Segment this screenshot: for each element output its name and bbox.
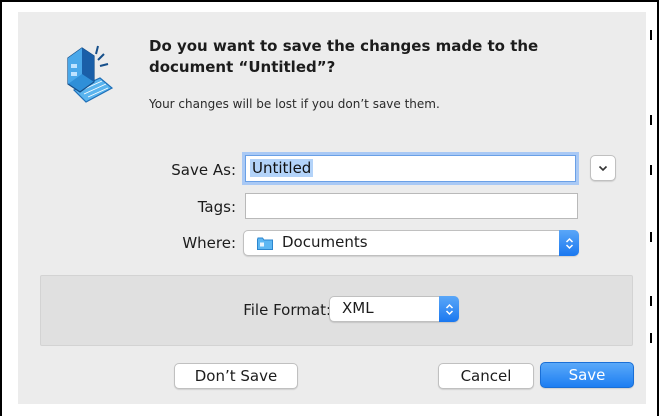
dialog-title-line2: document “Untitled”? bbox=[149, 58, 336, 76]
where-value: Documents bbox=[282, 233, 368, 251]
chevron-down-icon bbox=[598, 165, 608, 171]
tags-field[interactable] bbox=[245, 193, 578, 219]
where-stepper bbox=[559, 230, 579, 256]
background-edge-marks bbox=[648, 0, 659, 416]
folder-icon bbox=[257, 237, 273, 250]
up-down-chevron-icon bbox=[445, 303, 453, 315]
save-as-field[interactable]: Untitled bbox=[245, 155, 576, 182]
expand-dialog-button[interactable] bbox=[590, 155, 616, 181]
file-format-value: XML bbox=[342, 299, 374, 317]
dialog-title: Do you want to save the changes made to … bbox=[149, 36, 589, 78]
file-format-stepper bbox=[439, 296, 459, 322]
file-format-panel: File Format: XML bbox=[40, 275, 633, 346]
dont-save-button[interactable]: Don’t Save bbox=[174, 363, 298, 389]
up-down-chevron-icon bbox=[565, 237, 573, 249]
app-drafting-icon bbox=[67, 45, 114, 103]
dialog-title-line1: Do you want to save the changes made to … bbox=[149, 37, 539, 55]
save-button[interactable]: Save bbox=[540, 362, 634, 388]
where-label: Where: bbox=[182, 234, 236, 252]
save-dialog: Do you want to save the changes made to … bbox=[18, 12, 646, 404]
cancel-button[interactable]: Cancel bbox=[438, 363, 534, 389]
file-format-popup[interactable]: XML bbox=[329, 296, 459, 322]
file-format-label: File Format: bbox=[243, 301, 331, 319]
save-as-value: Untitled bbox=[250, 159, 314, 177]
dialog-subtitle: Your changes will be lost if you don’t s… bbox=[149, 97, 440, 111]
save-as-label: Save As: bbox=[171, 161, 236, 179]
tags-label: Tags: bbox=[197, 198, 236, 216]
where-popup[interactable]: Documents bbox=[243, 230, 579, 256]
